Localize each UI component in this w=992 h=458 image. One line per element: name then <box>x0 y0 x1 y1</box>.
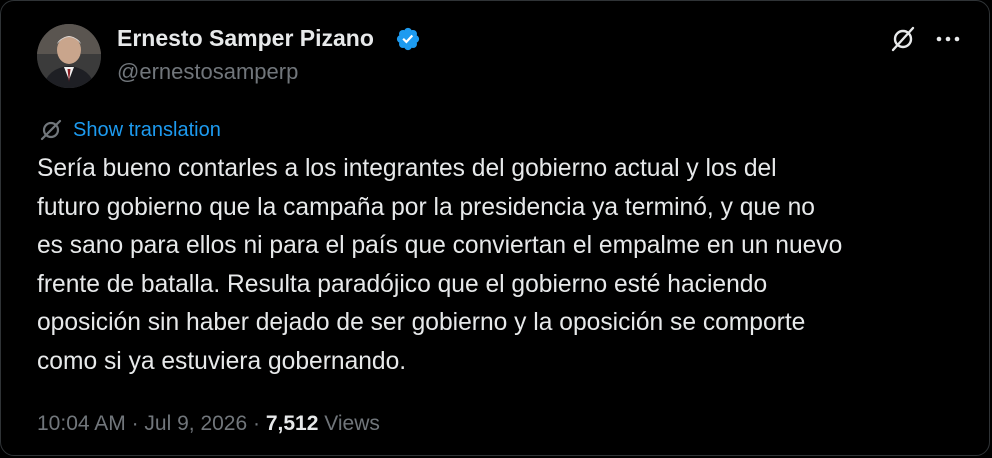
tweet-text-line: oposición sin haber dejado de ser gobier… <box>37 309 806 337</box>
tweet-text-line: futuro gobierno que la campaña por la pr… <box>37 193 815 221</box>
tweet-text-line: es sano para ellos ni para el país que c… <box>37 232 843 260</box>
avatar-image <box>37 24 101 88</box>
grok-translate-icon <box>39 118 63 142</box>
meta-separator: · <box>253 412 261 435</box>
views-label[interactable]: Views <box>324 412 380 435</box>
author-handle[interactable]: @ernestosamperp <box>117 59 298 85</box>
grok-slash-icon <box>889 25 917 58</box>
verified-badge-icon[interactable] <box>395 26 421 52</box>
author-display-name[interactable]: Ernesto Samper Pizano <box>117 25 374 52</box>
tweet-text: Sería bueno contarles a los integrantes … <box>37 150 957 382</box>
avatar[interactable] <box>37 24 101 88</box>
tweet-time[interactable]: 10:04 AM <box>37 412 126 435</box>
more-horizontal-icon <box>934 31 962 49</box>
tweet-text-line: como si ya estuviera gobernando. <box>37 347 407 375</box>
views-count[interactable]: 7,512 <box>266 412 319 435</box>
translation-row: Show translation <box>39 117 221 143</box>
meta-separator: · <box>131 412 139 435</box>
tweet-card: Ernesto Samper Pizano @ernestosamperp Sh… <box>0 0 990 456</box>
tweet-text-line: Sería bueno contarles a los integrantes … <box>37 155 777 182</box>
more-options-button[interactable] <box>931 25 965 55</box>
tweet-date[interactable]: Jul 9, 2026 <box>144 412 247 435</box>
tweet-text-line: frente de batalla. Resulta paradójico qu… <box>37 270 768 298</box>
show-translation-link[interactable]: Show translation <box>73 119 221 142</box>
tweet-meta: 10:04 AM · Jul 9, 2026 · 7,512 Views <box>37 412 380 436</box>
grok-button[interactable] <box>887 25 919 57</box>
